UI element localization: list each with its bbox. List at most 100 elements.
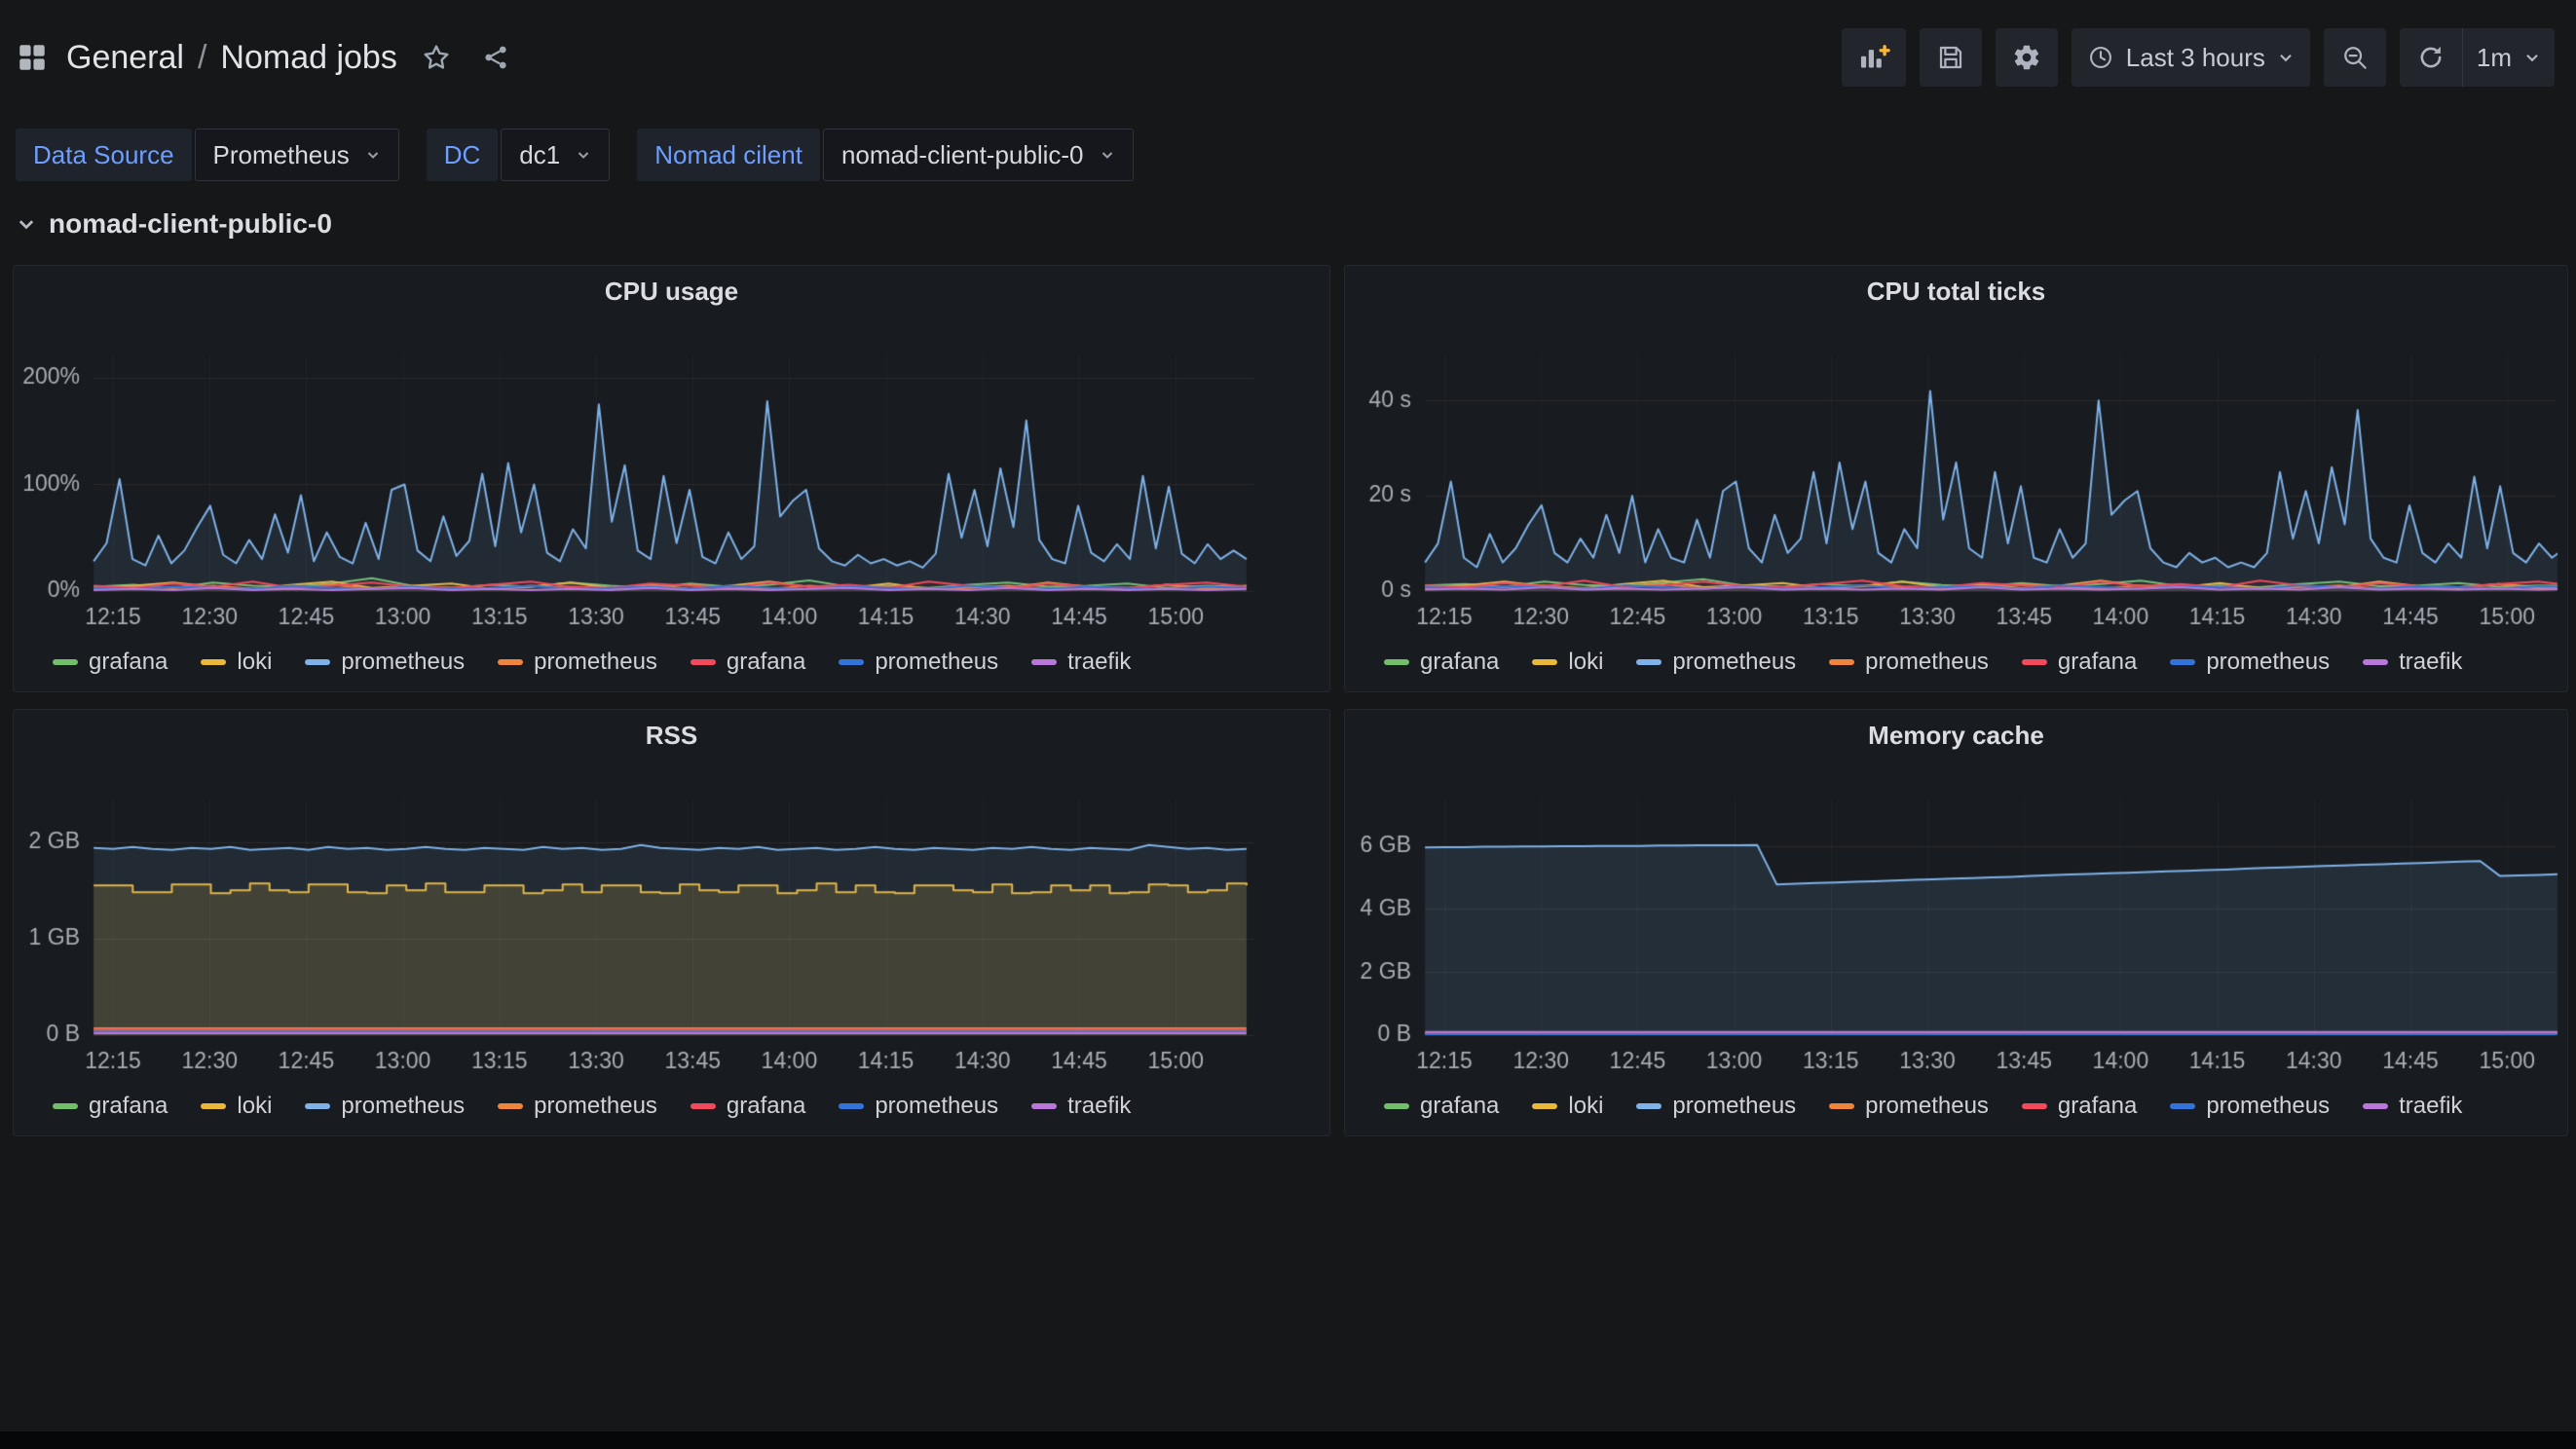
legend-item-prometheus[interactable]: prometheus	[498, 649, 657, 676]
variable-selected-value: nomad-client-public-0	[841, 140, 1084, 170]
share-dashboard-button[interactable]	[475, 37, 516, 78]
legend-item-grafana[interactable]: grafana	[2022, 649, 2137, 676]
legend-series-name: prometheus	[2206, 1093, 2330, 1120]
chevron-down-icon	[2523, 49, 2541, 66]
legend-item-grafana[interactable]: grafana	[53, 1093, 168, 1120]
legend-item-prometheus[interactable]: prometheus	[1829, 1093, 1989, 1120]
legend-item-prometheus[interactable]: prometheus	[1829, 649, 1989, 676]
cpu-usage-chart-canvas[interactable]	[14, 311, 1329, 647]
legend-series-name: prometheus	[875, 1093, 998, 1120]
legend-item-prometheus[interactable]: prometheus	[2170, 1093, 2330, 1120]
legend-color-marker	[2363, 1103, 2388, 1109]
legend-item-prometheus[interactable]: prometheus	[839, 1093, 998, 1120]
breadcrumb-section[interactable]: General	[66, 39, 184, 77]
legend-color-marker	[1636, 659, 1661, 665]
rss-chart-canvas[interactable]	[14, 755, 1329, 1091]
dashboard-toolbar: Last 3 hours 1m	[1842, 28, 2555, 87]
share-icon	[481, 43, 510, 72]
legend-color-marker	[2170, 1103, 2195, 1109]
panel-header-rss[interactable]: RSS	[14, 710, 1329, 761]
variable-value-dropdown[interactable]: dc1	[501, 129, 610, 181]
save-dashboard-button[interactable]	[1920, 28, 1982, 87]
gear-icon	[2012, 43, 2041, 72]
time-range-label: Last 3 hours	[2126, 43, 2265, 73]
variable-selected-value: Prometheus	[213, 140, 350, 170]
clock-icon	[2087, 44, 2114, 71]
legend-color-marker	[305, 1103, 330, 1109]
variable-value-dropdown[interactable]: Prometheus	[195, 129, 399, 181]
legend-item-traefik[interactable]: traefik	[2363, 649, 2462, 676]
memory-cache-chart-canvas[interactable]	[1345, 755, 2567, 1091]
variable-selected-value: dc1	[519, 140, 560, 170]
panel-header-cpu-usage[interactable]: CPU usage	[14, 266, 1329, 316]
legend-color-marker	[1636, 1103, 1661, 1109]
legend-color-marker	[498, 659, 523, 665]
legend-item-loki[interactable]: loki	[201, 649, 272, 676]
variable-label: Data Source	[16, 129, 192, 181]
legend-item-loki[interactable]: loki	[201, 1093, 272, 1120]
legend-item-traefik[interactable]: traefik	[1031, 1093, 1131, 1120]
legend-item-traefik[interactable]: traefik	[1031, 649, 1131, 676]
legend-color-marker	[1829, 1103, 1854, 1109]
panel-header-cpu-total-ticks[interactable]: CPU total ticks	[1345, 266, 2567, 316]
dashboard-settings-button[interactable]	[1996, 28, 2058, 87]
legend-item-prometheus[interactable]: prometheus	[305, 1093, 465, 1120]
refresh-button[interactable]	[2400, 28, 2462, 87]
zoom-out-button[interactable]	[2324, 28, 2386, 87]
panel-cpu-total-ticks: CPU total ticks grafana loki prometheus pro…	[1344, 265, 2568, 692]
legend-series-name: grafana	[727, 649, 805, 676]
legend-item-grafana[interactable]: grafana	[691, 1093, 805, 1120]
dashboard-title[interactable]: Nomad jobs	[220, 39, 396, 77]
legend-item-grafana[interactable]: grafana	[2022, 1093, 2137, 1120]
legend-color-marker	[691, 659, 716, 665]
legend-color-marker	[2022, 659, 2047, 665]
legend-series-name: traefik	[2399, 649, 2462, 676]
legend-series-name: traefik	[1067, 1093, 1131, 1120]
legend-item-loki[interactable]: loki	[1532, 1093, 1603, 1120]
chevron-down-icon	[1100, 147, 1115, 163]
variable-label: Nomad cilent	[637, 129, 820, 181]
legend-series-name: loki	[237, 1093, 272, 1120]
cpu-total-ticks-chart-canvas[interactable]	[1345, 311, 2567, 647]
legend-series-name: grafana	[727, 1093, 805, 1120]
legend-item-prometheus[interactable]: prometheus	[1636, 649, 1796, 676]
legend-item-traefik[interactable]: traefik	[2363, 1093, 2462, 1120]
legend-item-prometheus[interactable]: prometheus	[305, 649, 465, 676]
panel-header-memory-cache[interactable]: Memory cache	[1345, 710, 2567, 761]
legend-series-name: prometheus	[341, 1093, 465, 1120]
legend-item-prometheus[interactable]: prometheus	[2170, 649, 2330, 676]
legend-series-name: grafana	[89, 649, 168, 676]
chevron-down-icon	[2277, 49, 2295, 66]
legend-color-marker	[1384, 659, 1409, 665]
legend-series-name: traefik	[1067, 649, 1131, 676]
dashboards-grid-icon[interactable]	[16, 41, 49, 74]
legend-series-name: grafana	[89, 1093, 168, 1120]
row-title: nomad-client-public-0	[49, 208, 332, 240]
legend-series-name: prometheus	[534, 649, 657, 676]
legend-color-marker	[53, 659, 78, 665]
refresh-interval-dropdown[interactable]: 1m	[2462, 28, 2555, 87]
legend-item-loki[interactable]: loki	[1532, 649, 1603, 676]
dashboard-row-toggle[interactable]: nomad-client-public-0	[16, 208, 2576, 240]
panel-add-icon	[1857, 42, 1890, 73]
legend-item-grafana[interactable]: grafana	[691, 649, 805, 676]
favorite-star-button[interactable]	[415, 36, 458, 79]
legend-color-marker	[839, 1103, 864, 1109]
variable-value-dropdown[interactable]: nomad-client-public-0	[823, 129, 1134, 181]
legend-item-grafana[interactable]: grafana	[53, 649, 168, 676]
legend-color-marker	[1532, 659, 1557, 665]
legend-item-prometheus[interactable]: prometheus	[839, 649, 998, 676]
legend-item-grafana[interactable]: grafana	[1384, 1093, 1499, 1120]
legend-series-name: prometheus	[341, 649, 465, 676]
legend-item-prometheus[interactable]: prometheus	[1636, 1093, 1796, 1120]
legend-color-marker	[1532, 1103, 1557, 1109]
legend-item-grafana[interactable]: grafana	[1384, 649, 1499, 676]
add-panel-button[interactable]	[1842, 28, 1906, 87]
panel-rss: RSS grafana loki prometheus prometheus grafa…	[13, 709, 1330, 1136]
refresh-button-group: 1m	[2400, 28, 2555, 87]
time-range-picker[interactable]: Last 3 hours	[2072, 28, 2310, 87]
chart-legend: grafana loki prometheus prometheus grafana pr…	[1384, 1093, 2548, 1120]
legend-color-marker	[2170, 659, 2195, 665]
legend-item-prometheus[interactable]: prometheus	[498, 1093, 657, 1120]
legend-color-marker	[1384, 1103, 1409, 1109]
